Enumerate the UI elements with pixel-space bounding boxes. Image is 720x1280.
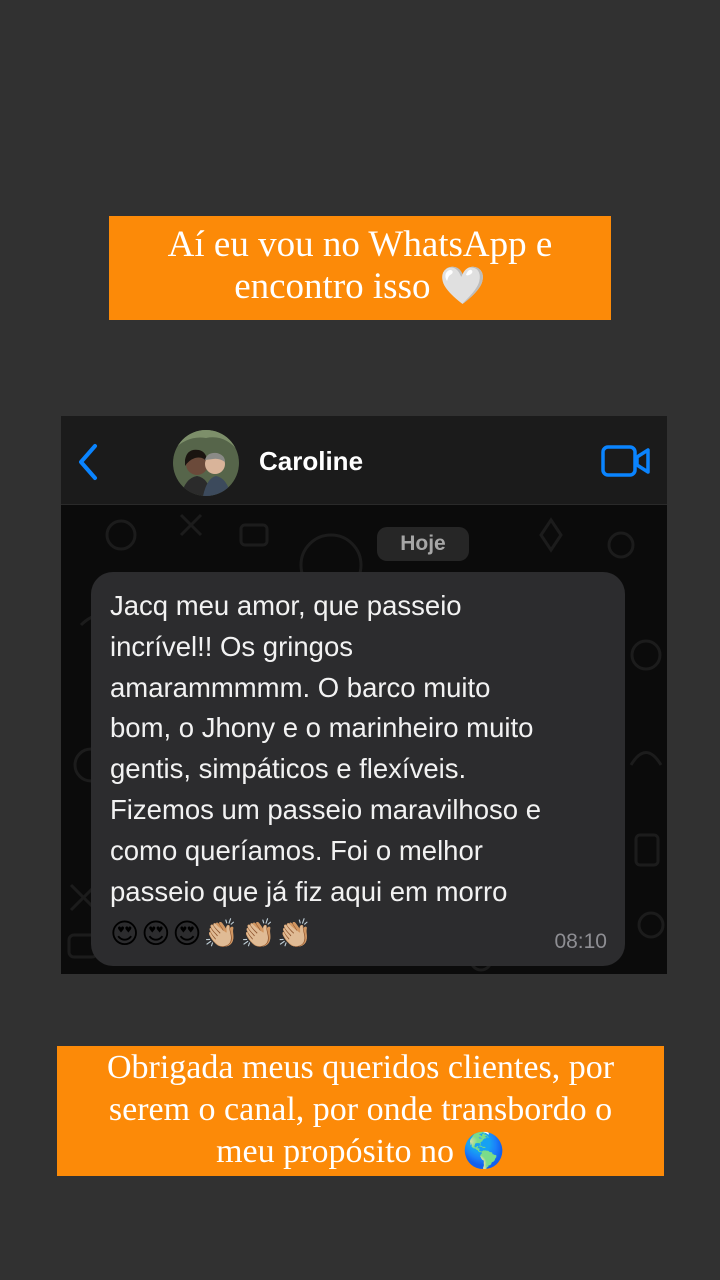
caption-bottom: Obrigada meus queridos clientes, por ser… (57, 1046, 664, 1176)
message-emojis: 😍😍😍👏🏼👏🏼👏🏼 (110, 914, 607, 954)
chevron-left-icon (79, 444, 97, 480)
caption-top-line-1: Aí eu vou no WhatsApp e (167, 224, 553, 265)
caption-top: Aí eu vou no WhatsApp e encontro isso 🤍 (109, 216, 611, 320)
heart-eyes-emoji: 😍 (110, 917, 140, 951)
video-camera-icon (601, 445, 650, 477)
heart-eyes-emoji: 😍 (141, 917, 171, 951)
contact-name[interactable]: Caroline (259, 446, 363, 477)
message-bubble[interactable]: Jacq meu amor, que passeio incrível!! Os… (91, 572, 625, 966)
avatar[interactable] (173, 430, 239, 496)
message-text: Jacq meu amor, que passeio incrível!! Os… (110, 590, 542, 907)
back-button[interactable] (73, 442, 103, 482)
avatar-photo (173, 430, 239, 496)
message-timestamp: 08:10 (554, 930, 607, 953)
video-call-button[interactable] (601, 444, 651, 478)
clapping-hands-emoji: 👏🏼 (277, 917, 313, 951)
caption-top-line-2: encontro isso 🤍 (234, 266, 486, 307)
clapping-hands-emoji: 👏🏼 (203, 917, 239, 951)
heart-eyes-emoji: 😍 (172, 917, 202, 951)
date-separator: Hoje (377, 527, 469, 561)
whatsapp-chat-screenshot: Caroline Hoje Jacq meu amor, que passeio… (61, 416, 667, 974)
caption-bottom-line-3: meu propósito no 🌎 (216, 1133, 505, 1170)
chat-header: Caroline (61, 416, 667, 505)
caption-bottom-line-1: Obrigada meus queridos clientes, por (106, 1049, 615, 1086)
caption-bottom-line-2: serem o canal, por onde transbordo o (108, 1091, 613, 1128)
clapping-hands-emoji: 👏🏼 (240, 917, 276, 951)
